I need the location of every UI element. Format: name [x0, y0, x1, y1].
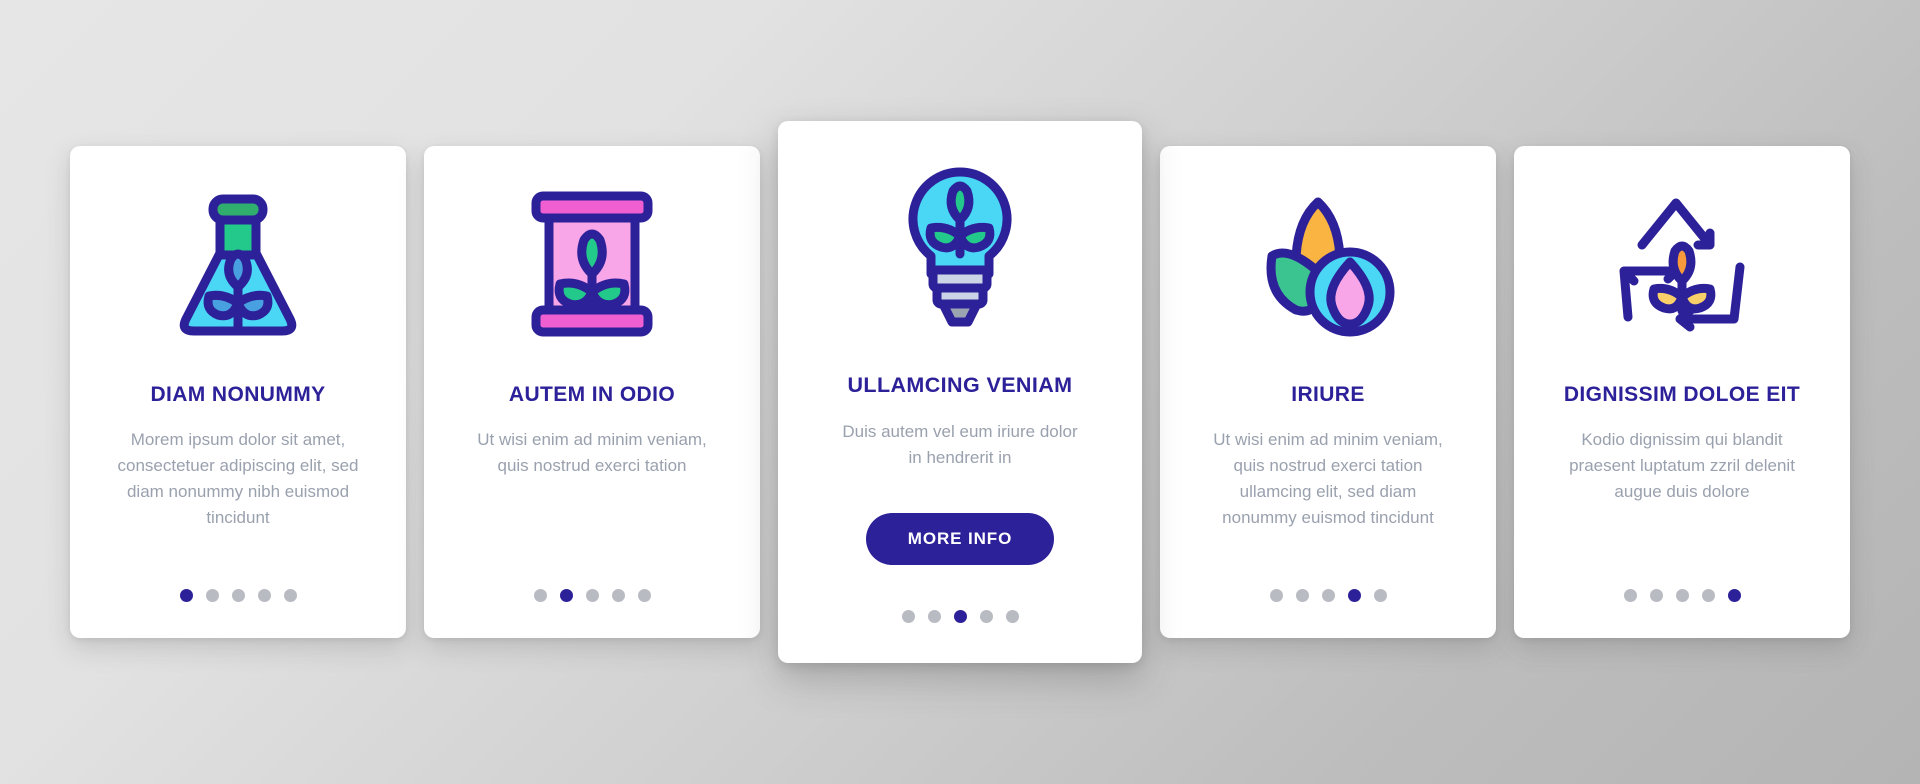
- pagination-dots[interactable]: [778, 610, 1142, 623]
- pagination-dot[interactable]: [1727, 589, 1741, 602]
- pagination-dot[interactable]: [231, 589, 245, 602]
- pagination-dot[interactable]: [1005, 610, 1019, 623]
- corn-droplet-icon: [1186, 146, 1470, 382]
- pagination-dot[interactable]: [1373, 589, 1387, 602]
- onboarding-card-3-featured[interactable]: ULLAMCING VENIAM Duis autem vel eum iriu…: [778, 121, 1142, 663]
- pagination-dot[interactable]: [533, 589, 547, 602]
- pagination-dot[interactable]: [257, 589, 271, 602]
- pagination-dots[interactable]: [1160, 589, 1496, 602]
- pagination-dot[interactable]: [1347, 589, 1361, 602]
- pagination-dot[interactable]: [1675, 589, 1689, 602]
- pagination-dot[interactable]: [283, 589, 297, 602]
- onboarding-card-2[interactable]: AUTEM IN ODIO Ut wisi enim ad minim veni…: [424, 146, 760, 638]
- pagination-dot[interactable]: [1295, 589, 1309, 602]
- card-body-text: Duis autem vel eum iriure dolor in hendr…: [842, 421, 1078, 467]
- lightbulb-plant-icon: [804, 121, 1116, 373]
- pagination-dot[interactable]: [1321, 589, 1335, 602]
- pagination-dot[interactable]: [559, 589, 573, 602]
- pagination-dot[interactable]: [637, 589, 651, 602]
- pagination-dot[interactable]: [901, 610, 915, 623]
- card-title: DIGNISSIM DOLOE EIT: [1563, 383, 1801, 406]
- onboarding-card-carousel: DIAM NONUMMY Morem ipsum dolor sit amet,…: [0, 0, 1920, 784]
- more-info-button[interactable]: MORE INFO: [865, 513, 1055, 566]
- card-title: ULLAMCING VENIAM: [847, 373, 1073, 397]
- onboarding-card-1[interactable]: DIAM NONUMMY Morem ipsum dolor sit amet,…: [70, 146, 406, 638]
- card-body-text: Ut wisi enim ad minim veniam, quis nostr…: [1213, 430, 1443, 527]
- onboarding-card-5[interactable]: DIGNISSIM DOLOE EIT Kodio dignissim qui …: [1514, 146, 1850, 638]
- card-body-text: Morem ipsum dolor sit amet, consectetuer…: [117, 430, 359, 527]
- pagination-dots[interactable]: [1514, 589, 1850, 602]
- pagination-dot[interactable]: [1701, 589, 1715, 602]
- pagination-dot[interactable]: [979, 610, 993, 623]
- pagination-dot[interactable]: [953, 610, 967, 623]
- pagination-dot[interactable]: [179, 589, 193, 602]
- pagination-dot[interactable]: [611, 589, 625, 602]
- card-title: DIAM NONUMMY: [150, 383, 326, 406]
- recycle-plant-icon: [1540, 146, 1824, 382]
- pagination-dot[interactable]: [585, 589, 599, 602]
- card-body-text: Kodio dignissim qui blandit praesent lup…: [1569, 430, 1795, 501]
- pagination-dot[interactable]: [927, 610, 941, 623]
- card-title: AUTEM IN ODIO: [508, 383, 676, 406]
- flask-plant-icon: [96, 146, 380, 382]
- card-title: IRIURE: [1291, 383, 1365, 406]
- onboarding-card-4[interactable]: IRIURE Ut wisi enim ad minim veniam, qui…: [1160, 146, 1496, 638]
- barrel-plant-icon: [450, 146, 734, 382]
- pagination-dot[interactable]: [205, 589, 219, 602]
- card-body-text: Ut wisi enim ad minim veniam, quis nostr…: [477, 430, 707, 476]
- pagination-dot[interactable]: [1269, 589, 1283, 602]
- pagination-dot[interactable]: [1623, 589, 1637, 602]
- pagination-dot[interactable]: [1649, 589, 1663, 602]
- pagination-dots[interactable]: [424, 589, 760, 602]
- pagination-dots[interactable]: [70, 589, 406, 602]
